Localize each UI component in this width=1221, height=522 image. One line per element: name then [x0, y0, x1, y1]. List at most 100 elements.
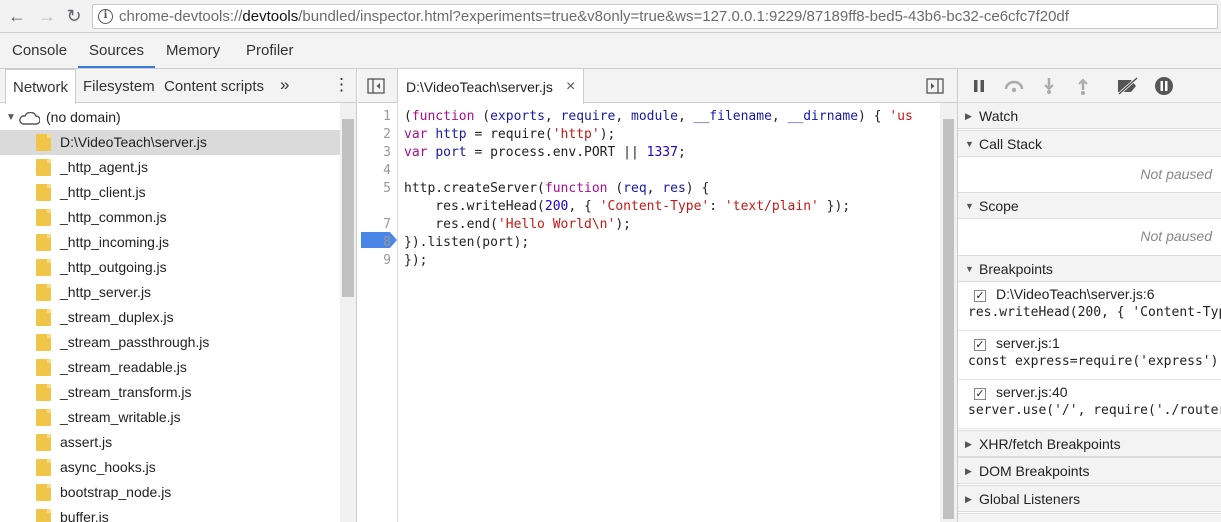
section-title: Global Listeners — [979, 491, 1081, 507]
tab-filesystem[interactable]: Filesystem — [83, 69, 155, 103]
line-number[interactable]: 8 — [361, 234, 391, 252]
step-into-icon[interactable] — [1042, 77, 1056, 95]
line-number[interactable]: 1 — [361, 108, 391, 126]
toggle-navigator-icon[interactable] — [367, 78, 385, 94]
arrow-right-icon[interactable]: → — [37, 6, 57, 26]
tab-sources[interactable]: Sources — [78, 33, 156, 68]
arrow-left-icon[interactable]: ← — [7, 6, 27, 26]
breakpoint-checkbox[interactable]: ✓ — [974, 339, 986, 351]
navigator-panel: Network Filesystem Content scripts » ⋮ ▼… — [0, 69, 357, 522]
file-label: bootstrap_node.js — [60, 484, 172, 500]
line-number[interactable]: 5 — [361, 180, 391, 198]
file-icon — [36, 459, 51, 476]
step-out-icon[interactable] — [1076, 77, 1090, 95]
watch-section-header[interactable]: ▶ Watch — [958, 102, 1221, 129]
tree-file[interactable]: _http_agent.js — [0, 155, 340, 180]
file-label: _http_agent.js — [60, 159, 148, 175]
tree-file[interactable]: _stream_writable.js — [0, 405, 340, 430]
tree-root[interactable]: ▼ (no domain) — [0, 105, 340, 130]
browser-toolbar: ← → ↻ i chrome-devtools://devtools/bundl… — [0, 0, 1221, 33]
tree-scrollbar-thumb[interactable] — [342, 119, 354, 297]
line-number[interactable]: 9 — [361, 252, 391, 270]
file-icon — [36, 409, 51, 426]
call-stack-section-header[interactable]: ▼ Call Stack — [958, 130, 1221, 157]
pause-icon[interactable] — [972, 79, 986, 93]
tree-file[interactable]: _stream_transform.js — [0, 380, 340, 405]
file-label: assert.js — [60, 434, 113, 450]
step-over-icon[interactable] — [1003, 79, 1025, 93]
breakpoint-item[interactable]: ✓ server.js:40 server.use('/', require('… — [958, 381, 1221, 429]
event-listener-breakpoints-section-header[interactable]: ▶ Event Listener Breakpoints — [958, 513, 1221, 522]
breakpoints-section-header[interactable]: ▼ Breakpoints — [958, 255, 1221, 282]
tree-file[interactable]: _http_client.js — [0, 180, 340, 205]
code-line[interactable]: }).listen(port); — [404, 234, 529, 252]
scope-section-header[interactable]: ▼ Scope — [958, 192, 1221, 219]
tab-memory[interactable]: Memory — [155, 33, 231, 68]
breakpoint-item[interactable]: ✓ D:\VideoTeach\server.js:6 res.writeHea… — [958, 283, 1221, 331]
file-icon — [36, 209, 51, 226]
debugger-sidebar: ▶ Watch ▼ Call Stack Not paused ▼ Scope Not… — [957, 69, 1221, 522]
info-icon[interactable]: i — [98, 9, 113, 24]
navigator-tab-bar: Network Filesystem Content scripts » ⋮ — [0, 69, 356, 104]
code-line[interactable]: }); — [404, 252, 427, 270]
tab-network[interactable]: Network — [5, 69, 77, 104]
code-line[interactable]: (function (exports, require, module, __f… — [404, 108, 913, 126]
tree-file[interactable]: D:\VideoTeach\server.js — [0, 130, 340, 155]
breakpoint-checkbox[interactable]: ✓ — [974, 290, 986, 302]
code-line[interactable]: http.createServer(function (req, res) { — [404, 180, 709, 198]
tree-file[interactable]: buffer.js — [0, 505, 340, 522]
line-number[interactable]: 6 — [361, 198, 391, 216]
code-line[interactable]: res.end('Hello World\n'); — [404, 216, 631, 234]
line-gutter[interactable]: 1 2 3 4 5 6 7 8 9 — [358, 103, 398, 522]
tree-file[interactable]: _stream_readable.js — [0, 355, 340, 380]
editor-file-tab[interactable]: D:\VideoTeach\server.js × — [397, 69, 584, 104]
editor-scrollbar-thumb[interactable] — [943, 119, 954, 519]
line-number[interactable]: 3 — [361, 144, 391, 162]
tab-content-scripts[interactable]: Content scripts — [164, 69, 264, 103]
code-line[interactable]: var port = process.env.PORT || 1337; — [404, 144, 686, 162]
global-listeners-section-header[interactable]: ▶ Global Listeners — [958, 485, 1221, 512]
breakpoint-location: D:\VideoTeach\server.js:6 — [996, 286, 1155, 302]
code-line[interactable]: var http = require('http'); — [404, 126, 615, 144]
file-icon — [36, 509, 51, 522]
collapse-arrow-icon: ▼ — [965, 264, 974, 274]
line-number[interactable]: 7 — [361, 216, 391, 234]
dom-breakpoints-section-header[interactable]: ▶ DOM Breakpoints — [958, 457, 1221, 484]
line-number[interactable]: 2 — [361, 126, 391, 144]
expand-arrow-icon[interactable]: ▼ — [6, 105, 16, 130]
tree-file[interactable]: _http_outgoing.js — [0, 255, 340, 280]
file-icon — [36, 184, 51, 201]
toggle-debugger-icon[interactable] — [926, 78, 944, 94]
tree-file[interactable]: _stream_duplex.js — [0, 305, 340, 330]
breakpoint-item[interactable]: ✓ server.js:1 const express=require('exp… — [958, 332, 1221, 380]
tab-profiler[interactable]: Profiler — [235, 33, 305, 68]
tree-file[interactable]: bootstrap_node.js — [0, 480, 340, 505]
close-icon[interactable]: × — [566, 69, 575, 105]
tree-file[interactable]: _http_incoming.js — [0, 230, 340, 255]
tree-file[interactable]: _http_server.js — [0, 280, 340, 305]
file-tree: ▼ (no domain) D:\VideoTeach\server.js _h… — [0, 103, 340, 522]
collapse-arrow-icon: ▼ — [965, 139, 974, 149]
pause-on-exceptions-icon[interactable] — [1154, 76, 1174, 96]
tree-file[interactable]: assert.js — [0, 430, 340, 455]
file-label: _stream_passthrough.js — [60, 334, 210, 350]
reload-icon[interactable]: ↻ — [64, 6, 84, 26]
menu-icon[interactable]: ⋮ — [333, 69, 350, 103]
line-number[interactable]: 4 — [361, 162, 391, 180]
tree-file[interactable]: _http_common.js — [0, 205, 340, 230]
code-line[interactable]: res.writeHead(200, { 'Content-Type': 'te… — [404, 198, 850, 216]
section-title: Watch — [979, 108, 1019, 124]
tree-file[interactable]: _stream_passthrough.js — [0, 330, 340, 355]
breakpoint-code: res.writeHead(200, { 'Content-Type': 'te… — [968, 305, 1221, 320]
xhr-breakpoints-section-header[interactable]: ▶ XHR/fetch Breakpoints — [958, 430, 1221, 457]
url-text[interactable]: chrome-devtools://devtools/bundled/inspe… — [119, 8, 1069, 25]
tree-file[interactable]: async_hooks.js — [0, 455, 340, 480]
expand-arrow-icon: ▶ — [965, 466, 972, 476]
address-bar[interactable]: i chrome-devtools://devtools/bundled/ins… — [92, 4, 1218, 29]
breakpoint-location: server.js:40 — [996, 384, 1068, 400]
deactivate-breakpoints-icon[interactable] — [1116, 77, 1140, 95]
file-label: _stream_transform.js — [60, 384, 192, 400]
tab-console[interactable]: Console — [1, 33, 78, 68]
breakpoint-checkbox[interactable]: ✓ — [974, 388, 986, 400]
more-tabs-icon[interactable]: » — [280, 69, 289, 103]
